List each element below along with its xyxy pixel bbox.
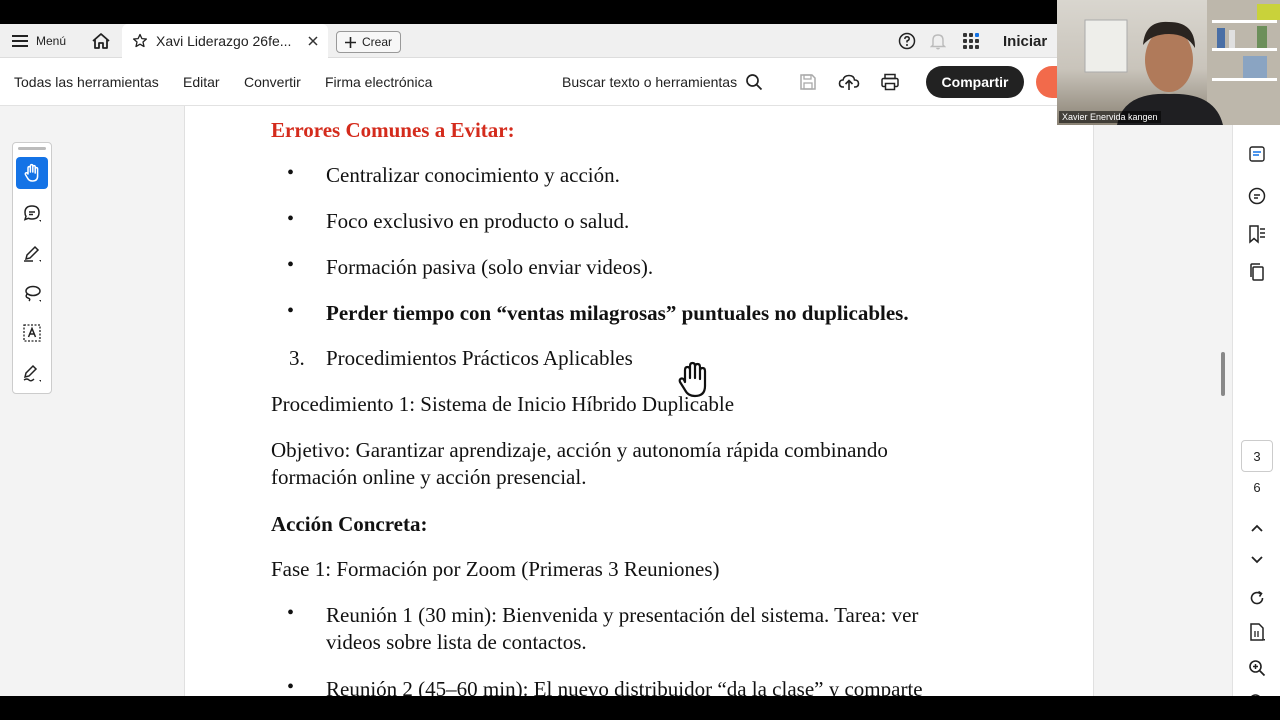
chevron-up-icon — [1250, 523, 1264, 533]
previous-page-button[interactable] — [1245, 516, 1269, 540]
screen-frame: Menú Xavi Liderazgo 26fe... Crear Inicia… — [0, 0, 1280, 720]
apps-button[interactable] — [962, 24, 980, 58]
objective-line: formación online y acción presencial. — [271, 465, 587, 489]
bell-icon — [930, 32, 946, 50]
zoom-in-icon — [1248, 659, 1266, 677]
notifications-button[interactable] — [930, 24, 946, 58]
next-page-button[interactable] — [1245, 548, 1269, 572]
tab-document-title: Xavi Liderazgo 26fe... — [156, 33, 292, 49]
all-tools-link[interactable]: Todas las herramientas — [14, 58, 159, 106]
hand-icon — [23, 163, 41, 183]
bullet-dot: • — [287, 602, 295, 624]
pages-button[interactable] — [1245, 260, 1269, 284]
bullet-dot: • — [287, 676, 295, 696]
hand-tool-button[interactable] — [16, 157, 48, 189]
menu-label: Menú — [36, 34, 67, 48]
sign-tool-button[interactable] — [16, 357, 48, 389]
list-item: Foco exclusivo en producto o salud. — [326, 209, 630, 233]
home-icon — [91, 32, 111, 50]
search-tools-label: Buscar texto o herramientas — [562, 74, 738, 90]
refresh-icon — [1248, 589, 1266, 607]
procedure-title: Procedimiento 1: Sistema de Inicio Híbri… — [271, 392, 735, 416]
objective-line: Objetivo: Garantizar aprendizaje, acción… — [271, 438, 888, 462]
document-viewer[interactable]: Errores Comunes a Evitar: • Centralizar … — [0, 106, 1232, 696]
list-item: Reunión 2 (45–60 min): El nuevo distribu… — [326, 677, 923, 696]
vertical-scrollbar[interactable] — [1221, 352, 1225, 396]
edit-link[interactable]: Editar — [183, 58, 220, 106]
star-icon[interactable] — [132, 33, 148, 49]
help-icon — [898, 32, 916, 50]
esign-link[interactable]: Firma electrónica — [325, 58, 432, 106]
zoom-out-icon — [1248, 693, 1266, 696]
numbered-item-number: 3. — [289, 346, 305, 370]
chevron-down-icon — [1250, 555, 1264, 565]
left-tools-panel — [12, 142, 52, 394]
bullet-dot: • — [287, 208, 295, 230]
copy-pages-icon — [1248, 262, 1266, 282]
help-button[interactable] — [898, 24, 916, 58]
share-button[interactable]: Compartir — [926, 66, 1024, 98]
concrete-action-heading: Acción Concreta: — [271, 512, 428, 536]
right-side-panel: 3 6 — [1232, 106, 1280, 696]
comment-tool-button[interactable] — [16, 197, 48, 229]
document-info-icon — [1248, 622, 1266, 642]
phase-title: Fase 1: Formación por Zoom (Primeras 3 R… — [271, 557, 720, 581]
comment-icon — [22, 203, 42, 223]
hamburger-icon — [12, 34, 28, 48]
cloud-upload-icon — [838, 72, 860, 92]
rotate-button[interactable] — [1245, 586, 1269, 610]
create-label: Crear — [362, 35, 393, 49]
upload-cloud-button[interactable] — [838, 58, 860, 106]
lasso-tool-button[interactable] — [16, 277, 48, 309]
search-icon — [745, 73, 763, 91]
ai-chat-button[interactable] — [1245, 184, 1269, 208]
plus-icon — [345, 36, 356, 48]
pdf-page[interactable]: Errores Comunes a Evitar: • Centralizar … — [184, 106, 1094, 696]
save-icon — [798, 72, 818, 92]
zoom-in-button[interactable] — [1245, 656, 1269, 680]
list-item-continuation: videos sobre lista de contactos. — [326, 630, 587, 654]
print-button[interactable] — [880, 58, 900, 106]
close-icon[interactable] — [308, 36, 318, 46]
bookmarks-button[interactable] — [1245, 222, 1269, 246]
bullet-dot: • — [287, 254, 295, 276]
draw-tool-button[interactable] — [16, 237, 48, 269]
errors-heading: Errores Comunes a Evitar: — [271, 118, 515, 142]
convert-link[interactable]: Convertir — [244, 58, 301, 106]
list-item-bold: Perder tiempo con “ventas milagrosas” pu… — [326, 301, 909, 325]
home-button[interactable] — [90, 24, 112, 58]
lasso-icon — [22, 283, 42, 303]
save-button[interactable] — [798, 58, 818, 106]
chat-bubble-icon — [1247, 186, 1267, 206]
current-page-input[interactable]: 3 — [1241, 440, 1273, 472]
pen-icon — [22, 243, 42, 263]
summary-button[interactable] — [1245, 142, 1269, 166]
numbered-item-text: Procedimientos Prácticos Aplicables — [326, 346, 633, 370]
menu-button[interactable]: Menú — [12, 24, 66, 58]
text-box-icon — [22, 323, 42, 343]
hand-cursor-icon — [673, 358, 717, 402]
total-pages: 6 — [1253, 480, 1261, 495]
webcam-scene — [1084, 0, 1280, 125]
create-button[interactable]: Crear — [336, 31, 402, 53]
bullet-dot: • — [287, 162, 295, 184]
zoom-out-button[interactable] — [1245, 690, 1269, 696]
sign-in-button[interactable]: Iniciar — [1003, 24, 1047, 58]
signature-pen-icon — [22, 363, 42, 383]
bullet-dot: • — [287, 300, 295, 322]
list-item: Formación pasiva (solo enviar videos). — [326, 255, 654, 279]
list-item: Reunión 1 (30 min): Bienvenida y present… — [326, 603, 919, 627]
participant-name-label: Xavier Enervida kangen — [1059, 111, 1161, 123]
page-info-button[interactable] — [1245, 620, 1269, 644]
summary-icon — [1248, 145, 1266, 163]
tab-document[interactable]: Xavi Liderazgo 26fe... — [122, 24, 328, 58]
printer-icon — [880, 72, 900, 92]
search-tools-button[interactable]: Buscar texto o herramientas — [562, 58, 763, 106]
list-item: Centralizar conocimiento y acción. — [326, 163, 620, 187]
bookmark-icon — [1247, 224, 1267, 244]
panel-grip[interactable] — [18, 147, 46, 150]
webcam-overlay: Xavier Enervida kangen — [1057, 0, 1280, 125]
apps-grid-icon — [962, 32, 980, 50]
text-select-tool-button[interactable] — [16, 317, 48, 349]
